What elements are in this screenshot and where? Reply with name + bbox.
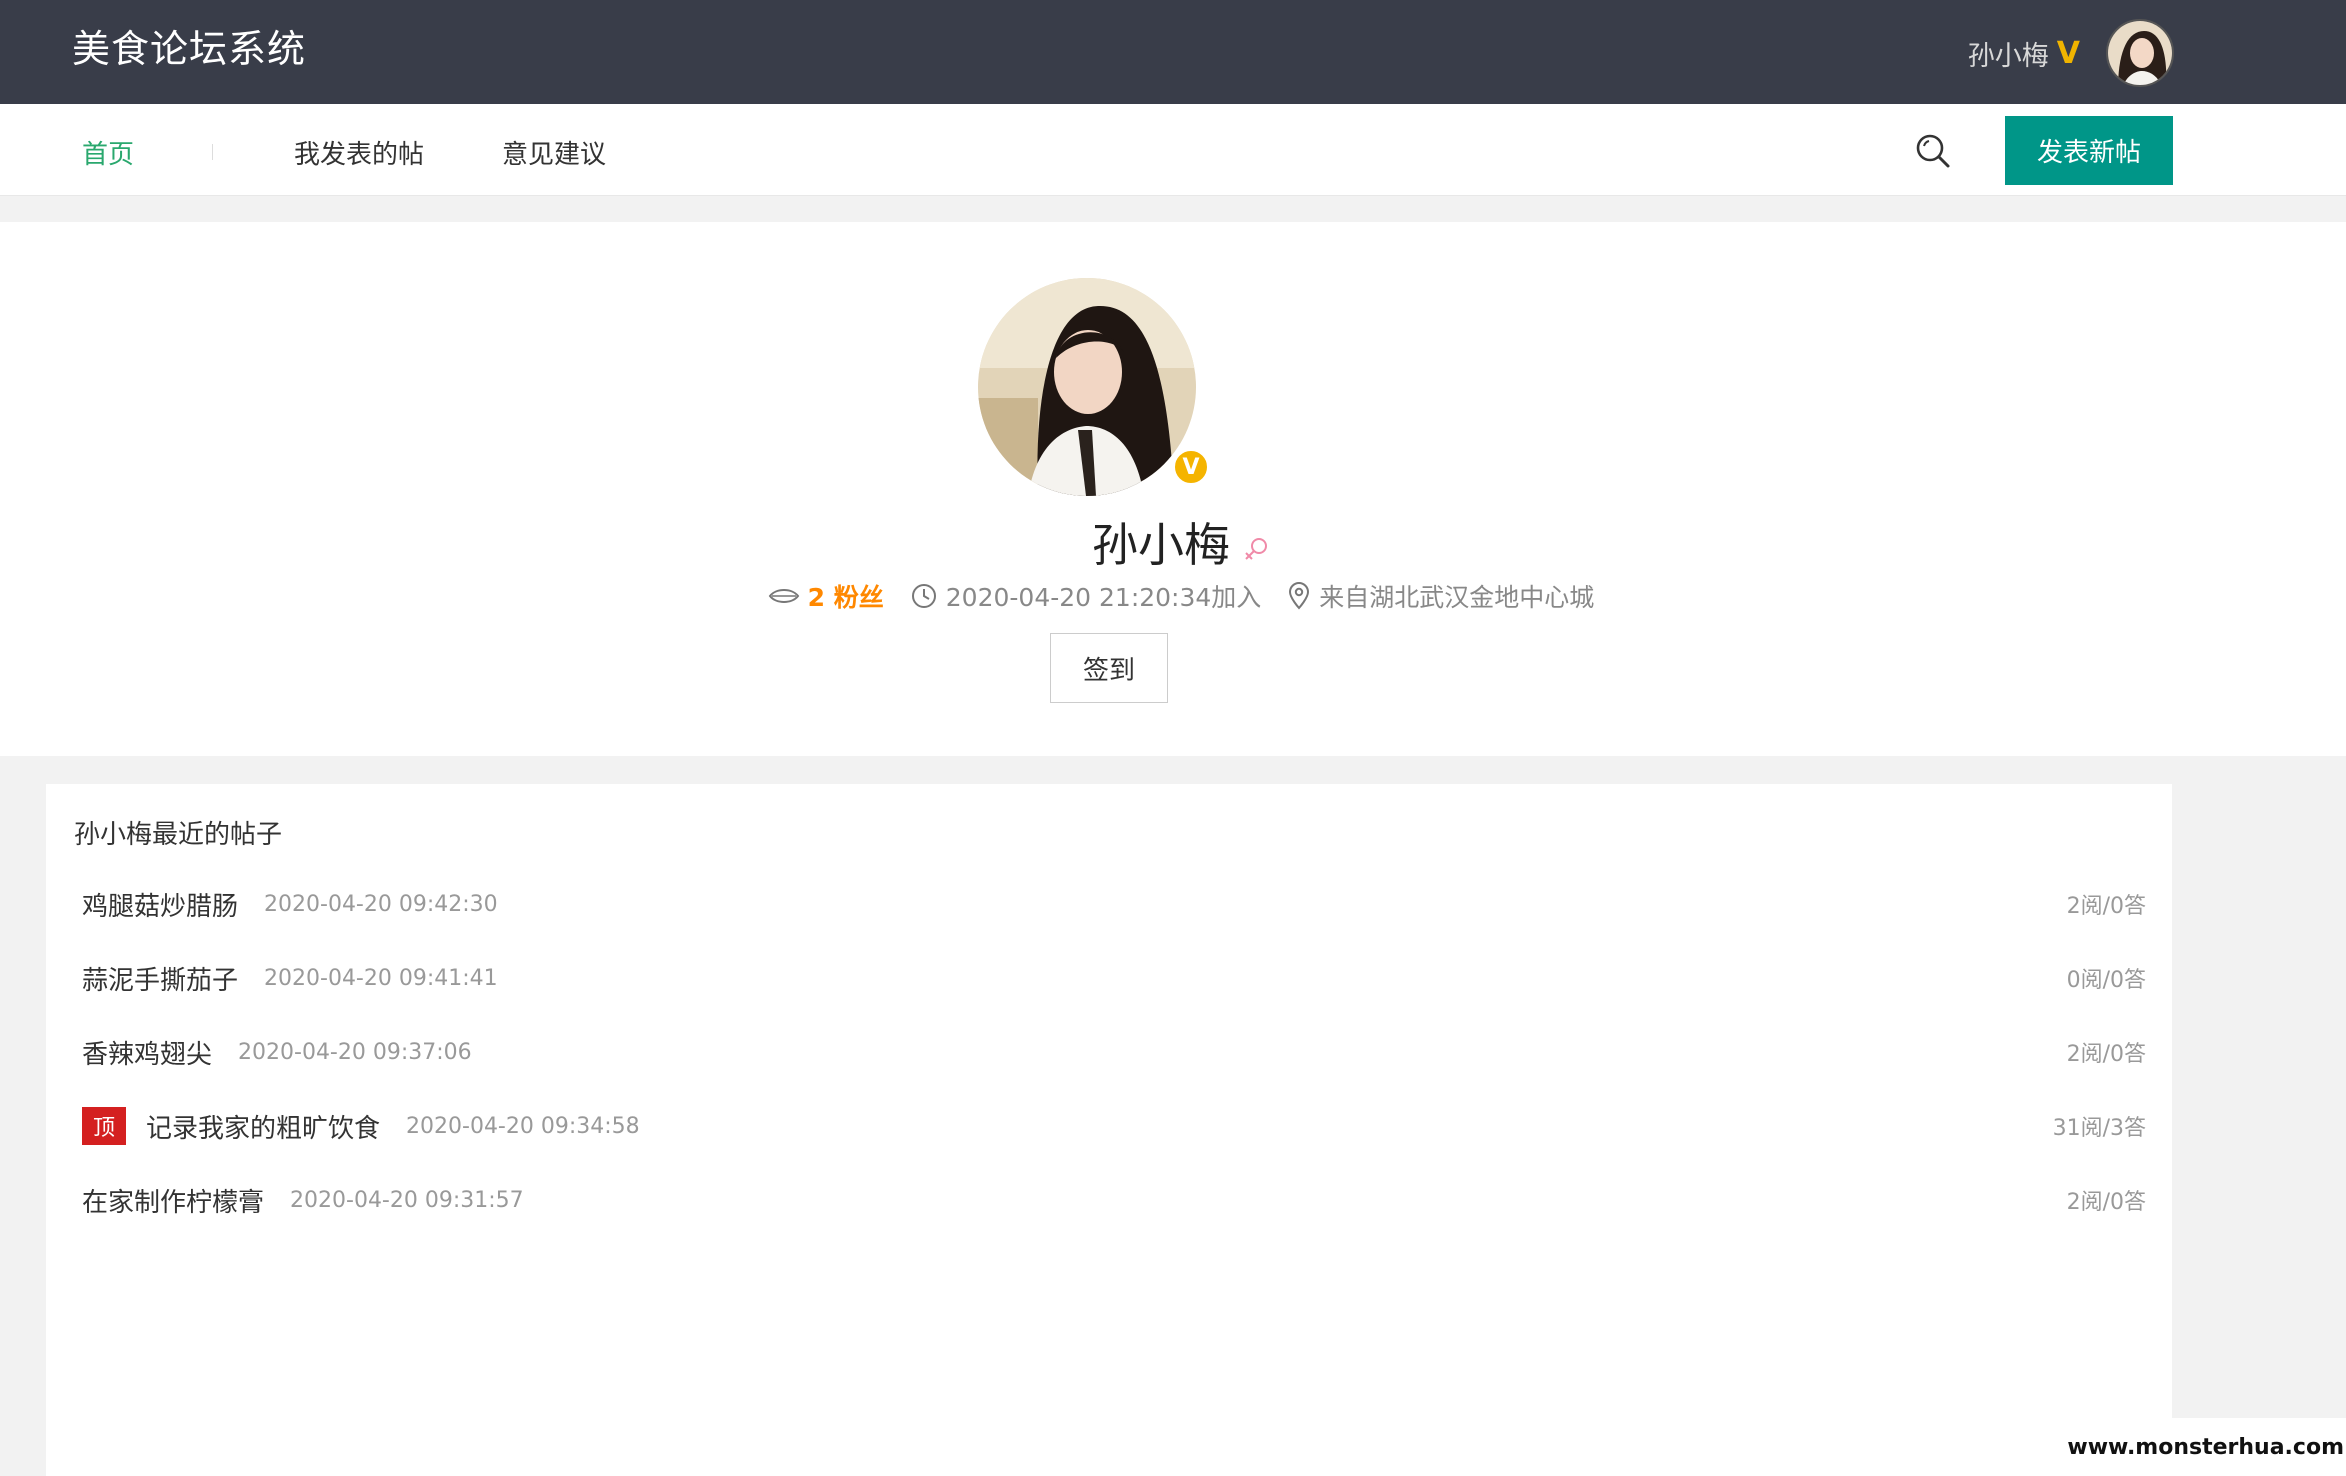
profile-avatar-wrap: V [978,278,1210,496]
fans-count[interactable]: 2 粉丝 [808,578,884,614]
profile-name-row: 孙小梅 [0,512,2346,572]
header-user-name[interactable]: 孙小梅 [1968,34,2049,73]
profile-name: 孙小梅 [1092,518,1230,572]
verified-badge-icon: V [1172,448,1210,486]
post-title[interactable]: 蒜泥手撕茄子 [82,960,238,997]
post-time: 2020-04-20 09:34:58 [406,1113,640,1139]
recent-posts-panel: 孙小梅最近的帖子 鸡腿菇炒腊肠 2020-04-20 09:42:30 2阅/0… [46,784,2172,1476]
post-title[interactable]: 鸡腿菇炒腊肠 [82,886,238,923]
post-time: 2020-04-20 09:42:30 [264,891,498,917]
profile-panel: V 孙小梅 2 粉丝 2020-04-20 21:20:34加入 来自湖北武汉金… [0,222,2346,756]
post-stats: 31阅/3答 [2052,1116,2146,1141]
nav-divider [212,144,213,160]
search-icon[interactable] [1914,132,1954,172]
post-title[interactable]: 在家制作柠檬膏 [82,1182,264,1219]
fans-item[interactable]: 2 粉丝 [768,578,884,614]
post-stats: 2阅/0答 [2066,894,2146,919]
nav-bar: 首页 我发表的帖 意见建议 发表新帖 [0,104,2346,196]
post-row[interactable]: 在家制作柠檬膏 2020-04-20 09:31:57 2阅/0答 [82,1180,2146,1220]
user-menu[interactable]: 孙小梅 V [1968,18,2174,88]
header-avatar[interactable] [2106,19,2174,87]
post-title[interactable]: 记录我家的粗旷饮食 [146,1108,380,1145]
top-header: 美食论坛系统 孙小梅 V [0,0,2346,104]
profile-meta: 2 粉丝 2020-04-20 21:20:34加入 来自湖北武汉金地中心城 [0,576,2346,616]
joined-date: 2020-04-20 21:20:34加入 [945,583,1262,612]
location-pin-icon [1289,582,1310,610]
signin-button[interactable]: 签到 [1050,633,1168,703]
eye-icon [768,589,799,603]
watermark: www.monsterhua.com [2067,1418,2346,1476]
post-time: 2020-04-20 09:41:41 [264,965,498,991]
nav-feedback[interactable]: 意见建议 [502,134,606,171]
post-stats: 0阅/0答 [2066,968,2146,993]
clock-icon [911,584,936,608]
recent-posts-title: 孙小梅最近的帖子 [74,820,283,850]
post-stats: 2阅/0答 [2066,1042,2146,1067]
post-row[interactable]: 鸡腿菇炒腊肠 2020-04-20 09:42:30 2阅/0答 [82,884,2146,924]
location-item: 来自湖北武汉金地中心城 [1287,578,1594,614]
new-post-button[interactable]: 发表新帖 [2005,116,2173,185]
post-time: 2020-04-20 09:37:06 [238,1039,472,1065]
post-row-pinned[interactable]: 顶 记录我家的粗旷饮食 2020-04-20 09:34:58 31阅/3答 [82,1106,2146,1146]
female-icon [1245,538,1267,560]
joined-item: 2020-04-20 21:20:34加入 [910,578,1262,614]
nav-home[interactable]: 首页 [82,134,134,171]
post-title[interactable]: 香辣鸡翅尖 [82,1034,212,1071]
nav-my-posts[interactable]: 我发表的帖 [294,134,424,171]
post-time: 2020-04-20 09:31:57 [290,1187,524,1213]
vip-icon: V [2056,35,2080,71]
pinned-badge: 顶 [82,1107,126,1145]
post-row[interactable]: 香辣鸡翅尖 2020-04-20 09:37:06 2阅/0答 [82,1032,2146,1072]
post-row[interactable]: 蒜泥手撕茄子 2020-04-20 09:41:41 0阅/0答 [82,958,2146,998]
post-stats: 2阅/0答 [2066,1190,2146,1215]
profile-avatar [978,278,1196,496]
site-logo[interactable]: 美食论坛系统 [72,18,306,73]
location-text: 来自湖北武汉金地中心城 [1319,583,1595,612]
